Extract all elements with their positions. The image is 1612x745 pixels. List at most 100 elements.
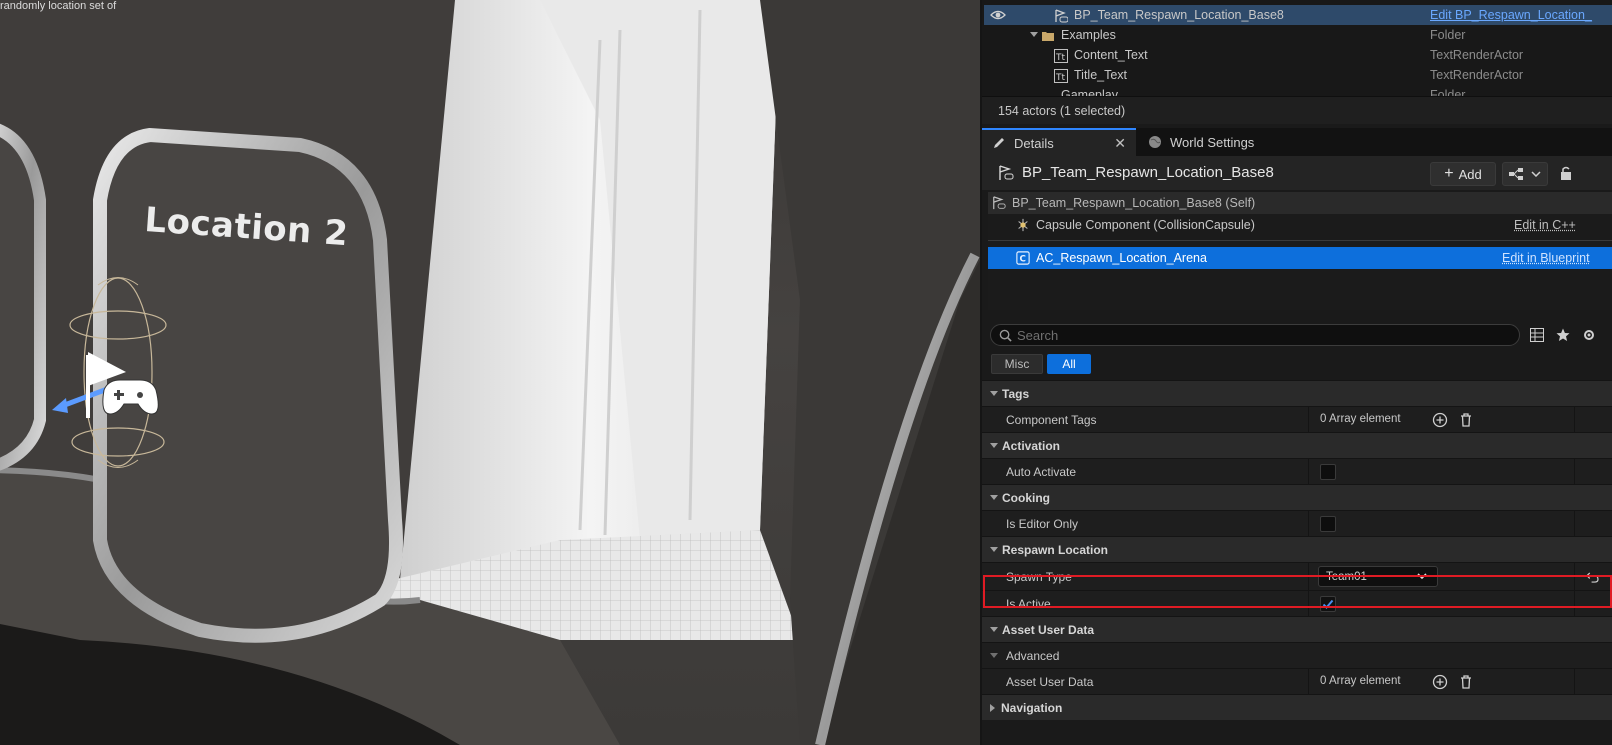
expand-arrow-icon[interactable] (1030, 32, 1038, 37)
section-label: Navigation (1001, 700, 1063, 715)
tab-world-settings-label: World Settings (1170, 134, 1255, 150)
outliner-row-type: Folder (1430, 88, 1466, 96)
viewport-scene (0, 0, 980, 745)
section-navigation[interactable]: Navigation (982, 694, 1612, 720)
chevron-down-icon (1531, 171, 1541, 177)
reset-to-default-icon[interactable] (1586, 572, 1599, 583)
auto-activate-checkbox[interactable] (1320, 464, 1336, 480)
tab-world-settings[interactable]: World Settings (1138, 128, 1298, 156)
collapse-arrow-icon (990, 495, 998, 500)
outliner-row-type: TextRenderActor (1430, 68, 1524, 82)
details-actor-title: BP_Team_Respawn_Location_Base8 (1022, 164, 1274, 181)
outliner-row-content-text[interactable]: Tt Content_Text TextRenderActor (984, 45, 1612, 65)
edit-in-blueprint-link[interactable]: Edit in Blueprint (1502, 251, 1590, 265)
outliner-row-respawn-location[interactable]: BP_Team_Respawn_Location_Base8 Edit BP_R… (984, 5, 1612, 25)
blueprint-options-button[interactable] (1502, 162, 1548, 186)
filter-misc-button[interactable]: Misc (991, 354, 1043, 374)
outliner-row-name: Examples (1061, 28, 1116, 42)
trash-icon[interactable] (1458, 674, 1474, 690)
edit-in-cpp-link[interactable]: Edit in C++ (1514, 218, 1576, 232)
section-label: Tags (1002, 386, 1030, 401)
table-view-icon[interactable] (1530, 328, 1544, 342)
prop-is-editor-only: Is Editor Only (982, 510, 1612, 537)
outliner-row-type[interactable]: Edit BP_Respawn_Location_ (1430, 8, 1592, 22)
tab-details-label: Details (1014, 135, 1054, 151)
prop-name: Is Editor Only (1006, 517, 1079, 531)
add-component-button[interactable]: + Add (1430, 162, 1496, 186)
component-row-respawn-arena[interactable]: C AC_Respawn_Location_Arena Edit in Blue… (988, 247, 1612, 269)
section-respawn-location[interactable]: Respawn Location (982, 536, 1612, 562)
section-cooking[interactable]: Cooking (982, 484, 1612, 510)
actor-component-icon: C (1016, 251, 1030, 265)
component-row-capsule[interactable]: Capsule Component (CollisionCapsule) Edi… (988, 214, 1612, 236)
hierarchy-icon (1509, 168, 1523, 180)
tab-details[interactable]: Details ✕ (982, 128, 1136, 156)
folder-icon (1041, 28, 1061, 43)
section-activation[interactable]: Activation (982, 432, 1612, 458)
outliner-row-type: Folder (1430, 28, 1466, 42)
actor-blueprint-icon (993, 196, 1006, 210)
details-tab-bar: Details ✕ World Settings (982, 128, 1612, 156)
subsection-advanced[interactable]: Advanced (982, 642, 1612, 668)
prop-auto-activate: Auto Activate (982, 458, 1612, 485)
prop-name: Spawn Type (1006, 570, 1072, 584)
expand-arrow-icon (990, 703, 995, 712)
world-outliner: BP_Team_Respawn_Location_Base8 Edit BP_R… (982, 0, 1612, 96)
svg-text:Tt: Tt (1055, 73, 1065, 83)
plus-icon: + (1444, 165, 1454, 182)
add-component-label: Add (1458, 166, 1482, 182)
component-divider (988, 240, 1612, 241)
prop-spawn-type: Spawn Type Team01 (982, 562, 1612, 591)
svg-text:Tt: Tt (1055, 53, 1065, 63)
outliner-row-gameplay-folder[interactable]: Gameplay Folder (984, 85, 1612, 96)
level-viewport[interactable]: Location 2 randomly location set of (0, 0, 980, 745)
outliner-row-type: TextRenderActor (1430, 48, 1524, 62)
add-element-icon[interactable] (1432, 412, 1448, 428)
visibility-eye-icon[interactable] (990, 7, 1006, 23)
component-name: AC_Respawn_Location_Arena (1036, 251, 1207, 265)
is-active-checkbox[interactable] (1320, 596, 1336, 612)
actor-blueprint-icon (999, 165, 1014, 180)
prop-name: Auto Activate (1006, 465, 1077, 479)
panel-bottom-space (982, 720, 1612, 745)
filter-all-button[interactable]: All (1047, 354, 1091, 374)
collapse-arrow-icon (990, 653, 998, 658)
prop-name: Is Active (1006, 597, 1051, 611)
component-row-self[interactable]: BP_Team_Respawn_Location_Base8 (Self) (988, 192, 1612, 214)
lock-icon[interactable] (1560, 166, 1572, 180)
prop-name: Asset User Data (1006, 675, 1094, 689)
component-name: Capsule Component (CollisionCapsule) (1036, 218, 1255, 232)
component-tree: BP_Team_Respawn_Location_Base8 (Self) Ca… (988, 192, 1612, 310)
prop-value: 0 Array element (1320, 675, 1401, 687)
section-label: Cooking (1002, 490, 1050, 505)
section-label: Activation (1002, 438, 1061, 453)
section-tags[interactable]: Tags (982, 380, 1612, 406)
outliner-row-name: Gameplay (1061, 88, 1118, 96)
search-placeholder: Search (1017, 328, 1059, 343)
viewport-top-text: randomly location set of (0, 0, 117, 12)
checkmark-icon (1322, 599, 1334, 609)
editor-side-panel: BP_Team_Respawn_Location_Base8 Edit BP_R… (982, 0, 1612, 745)
outliner-row-title-text[interactable]: Tt Title_Text TextRenderActor (984, 65, 1612, 85)
prop-asset-user-data: Asset User Data 0 Array element (982, 668, 1612, 695)
star-favorites-icon[interactable] (1556, 328, 1570, 342)
collapse-arrow-icon (990, 547, 998, 552)
collapse-arrow-icon (990, 443, 998, 448)
section-asset-user-data[interactable]: Asset User Data (982, 616, 1612, 642)
spawn-type-dropdown[interactable]: Team01 (1318, 566, 1438, 587)
details-search-input[interactable]: Search (990, 324, 1520, 346)
close-icon[interactable]: ✕ (1114, 135, 1126, 152)
add-element-icon[interactable] (1432, 674, 1448, 690)
outliner-row-examples-folder[interactable]: Examples Folder (984, 25, 1612, 45)
trash-icon[interactable] (1458, 412, 1474, 428)
section-label: Respawn Location (1002, 542, 1109, 557)
prop-is-active: Is Active (982, 590, 1612, 617)
prop-value: 0 Array element (1320, 413, 1401, 425)
settings-gear-icon[interactable] (1582, 328, 1596, 342)
outliner-row-name: BP_Team_Respawn_Location_Base8 (1074, 8, 1284, 22)
prop-name: Component Tags (1006, 413, 1097, 427)
outliner-row-name: Content_Text (1074, 48, 1148, 62)
pencil-icon (994, 138, 1004, 148)
is-editor-only-checkbox[interactable] (1320, 516, 1336, 532)
text-render-icon: Tt (1054, 48, 1074, 63)
